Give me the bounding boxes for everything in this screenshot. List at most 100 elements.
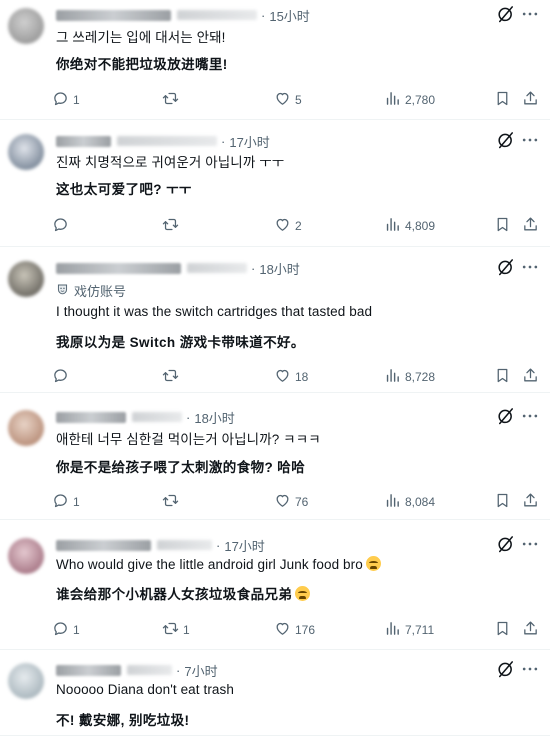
repost-button[interactable]: [162, 90, 183, 110]
timestamp[interactable]: 7小时: [184, 661, 217, 680]
parody-icon: [56, 283, 69, 299]
views-button[interactable]: 8,084: [384, 492, 435, 512]
like-icon[interactable]: [274, 492, 291, 512]
more-icon[interactable]: [520, 257, 540, 277]
views-button[interactable]: 4,809: [384, 216, 435, 236]
reply-button[interactable]: 1: [52, 492, 80, 512]
bookmark-icon[interactable]: [494, 216, 511, 236]
author-handle[interactable]: [157, 540, 212, 550]
like-button[interactable]: 176: [274, 620, 315, 640]
reply-header: · 18小时: [56, 408, 235, 426]
reply-icon[interactable]: [52, 620, 69, 640]
like-icon[interactable]: [274, 620, 291, 640]
reply-button[interactable]: 1: [52, 620, 80, 640]
repost-button[interactable]: 1: [162, 620, 190, 640]
avatar[interactable]: [8, 261, 44, 297]
avatar[interactable]: [8, 8, 44, 44]
avatar[interactable]: [8, 538, 44, 574]
like-button[interactable]: 18: [274, 367, 308, 387]
reply-icon[interactable]: [52, 216, 69, 236]
views-icon[interactable]: [384, 90, 401, 110]
timestamp[interactable]: 15小时: [269, 6, 309, 25]
bookmark-icon[interactable]: [494, 492, 511, 512]
author-name[interactable]: [56, 411, 126, 423]
bookmark-icon[interactable]: [494, 90, 511, 110]
author-handle[interactable]: [127, 665, 172, 675]
timestamp[interactable]: 18小时: [194, 408, 234, 427]
reply-button[interactable]: 1: [52, 90, 80, 110]
reply-icon[interactable]: [52, 492, 69, 512]
reply-icon[interactable]: [52, 90, 69, 110]
avatar[interactable]: [8, 134, 44, 170]
share-icon[interactable]: [522, 620, 539, 640]
like-button[interactable]: 2: [274, 216, 302, 236]
bookmark-icon[interactable]: [494, 620, 511, 640]
repost-icon[interactable]: [162, 216, 179, 236]
grok-icon[interactable]: [496, 534, 516, 554]
timestamp[interactable]: 18小时: [259, 259, 299, 278]
bookmark-button[interactable]: [494, 216, 511, 236]
share-button[interactable]: [522, 620, 539, 640]
views-icon[interactable]: [384, 216, 401, 236]
author-name[interactable]: [56, 664, 121, 676]
views-icon[interactable]: [384, 620, 401, 640]
author-name[interactable]: [56, 539, 151, 551]
views-button[interactable]: 2,780: [384, 90, 435, 110]
like-icon[interactable]: [274, 367, 291, 387]
share-button[interactable]: [522, 216, 539, 236]
author-name[interactable]: [56, 262, 181, 274]
share-icon[interactable]: [522, 90, 539, 110]
views-button[interactable]: 8,728: [384, 367, 435, 387]
repost-icon[interactable]: [162, 90, 179, 110]
reply-button[interactable]: [52, 216, 73, 236]
repost-count: 1: [183, 623, 190, 637]
timestamp[interactable]: 17小时: [224, 536, 264, 555]
more-icon[interactable]: [520, 4, 540, 24]
grok-icon[interactable]: [496, 257, 516, 277]
like-button[interactable]: 5: [274, 90, 302, 110]
repost-button[interactable]: [162, 492, 183, 512]
repost-icon[interactable]: [162, 492, 179, 512]
author-handle[interactable]: [117, 136, 217, 146]
more-icon[interactable]: [520, 534, 540, 554]
more-icon[interactable]: [520, 659, 540, 679]
like-icon[interactable]: [274, 90, 291, 110]
views-icon[interactable]: [384, 367, 401, 387]
author-handle[interactable]: [132, 412, 182, 422]
timestamp[interactable]: 17小时: [229, 132, 269, 151]
more-icon[interactable]: [520, 130, 540, 150]
like-button[interactable]: 76: [274, 492, 308, 512]
author-handle[interactable]: [187, 263, 247, 273]
bookmark-button[interactable]: [494, 367, 511, 387]
share-button[interactable]: [522, 367, 539, 387]
grok-icon[interactable]: [496, 659, 516, 679]
share-icon[interactable]: [522, 216, 539, 236]
repost-icon[interactable]: [162, 620, 179, 640]
bookmark-icon[interactable]: [494, 367, 511, 387]
avatar[interactable]: [8, 410, 44, 446]
bookmark-button[interactable]: [494, 90, 511, 110]
views-count: 8,084: [405, 495, 436, 509]
repost-icon[interactable]: [162, 367, 179, 387]
grok-icon[interactable]: [496, 130, 516, 150]
author-name[interactable]: [56, 9, 171, 21]
grok-icon[interactable]: [496, 4, 516, 24]
share-icon[interactable]: [522, 367, 539, 387]
avatar[interactable]: [8, 663, 44, 699]
views-icon[interactable]: [384, 492, 401, 512]
repost-button[interactable]: [162, 367, 183, 387]
share-button[interactable]: [522, 90, 539, 110]
reply-icon[interactable]: [52, 367, 69, 387]
grok-icon[interactable]: [496, 406, 516, 426]
views-button[interactable]: 7,711: [384, 620, 434, 640]
author-handle[interactable]: [177, 10, 257, 20]
reply-button[interactable]: [52, 367, 73, 387]
author-name[interactable]: [56, 135, 111, 147]
bookmark-button[interactable]: [494, 620, 511, 640]
bookmark-button[interactable]: [494, 492, 511, 512]
like-icon[interactable]: [274, 216, 291, 236]
share-icon[interactable]: [522, 492, 539, 512]
share-button[interactable]: [522, 492, 539, 512]
more-icon[interactable]: [520, 406, 540, 426]
repost-button[interactable]: [162, 216, 183, 236]
